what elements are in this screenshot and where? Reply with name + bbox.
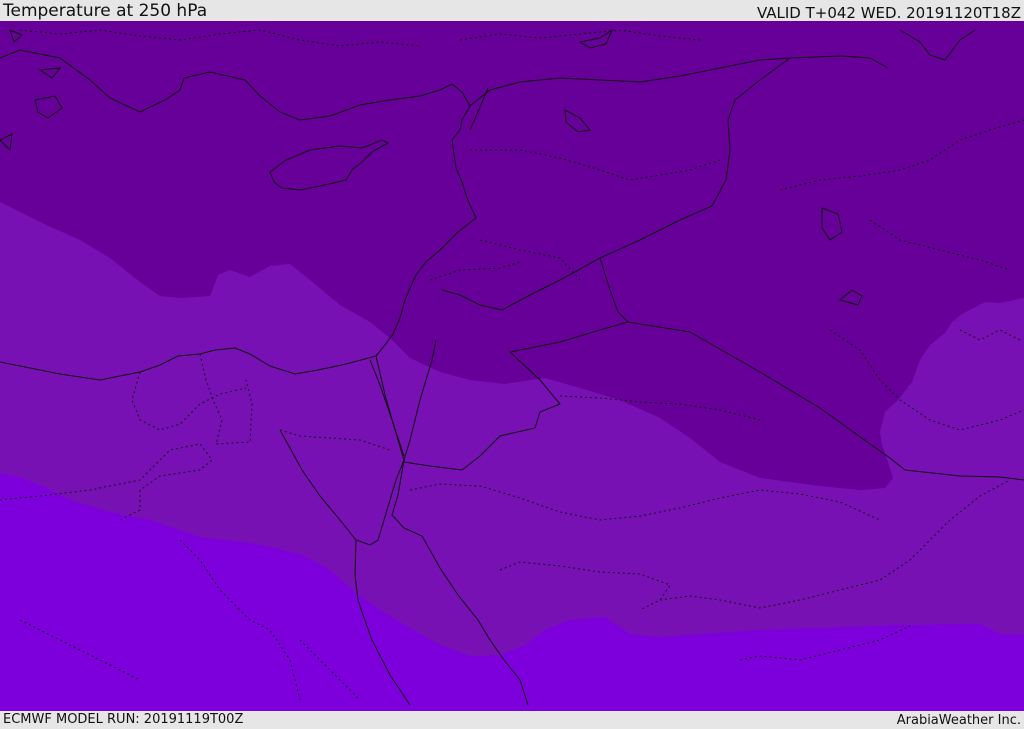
valid-time-label: VALID T+042 WED. 20191120T18Z <box>756 4 1021 22</box>
map-title: Temperature at 250 hPa <box>3 1 208 21</box>
bottom-bar: ECMWF MODEL RUN: 20191119T00Z ArabiaWeat… <box>0 711 1024 729</box>
map-canvas <box>0 21 1024 711</box>
model-run-label: ECMWF MODEL RUN: 20191119T00Z <box>3 712 244 727</box>
provider-credit: ArabiaWeather Inc. <box>896 713 1021 728</box>
temperature-map <box>0 21 1024 711</box>
top-bar: Temperature at 250 hPa VALID T+042 WED. … <box>0 0 1024 21</box>
